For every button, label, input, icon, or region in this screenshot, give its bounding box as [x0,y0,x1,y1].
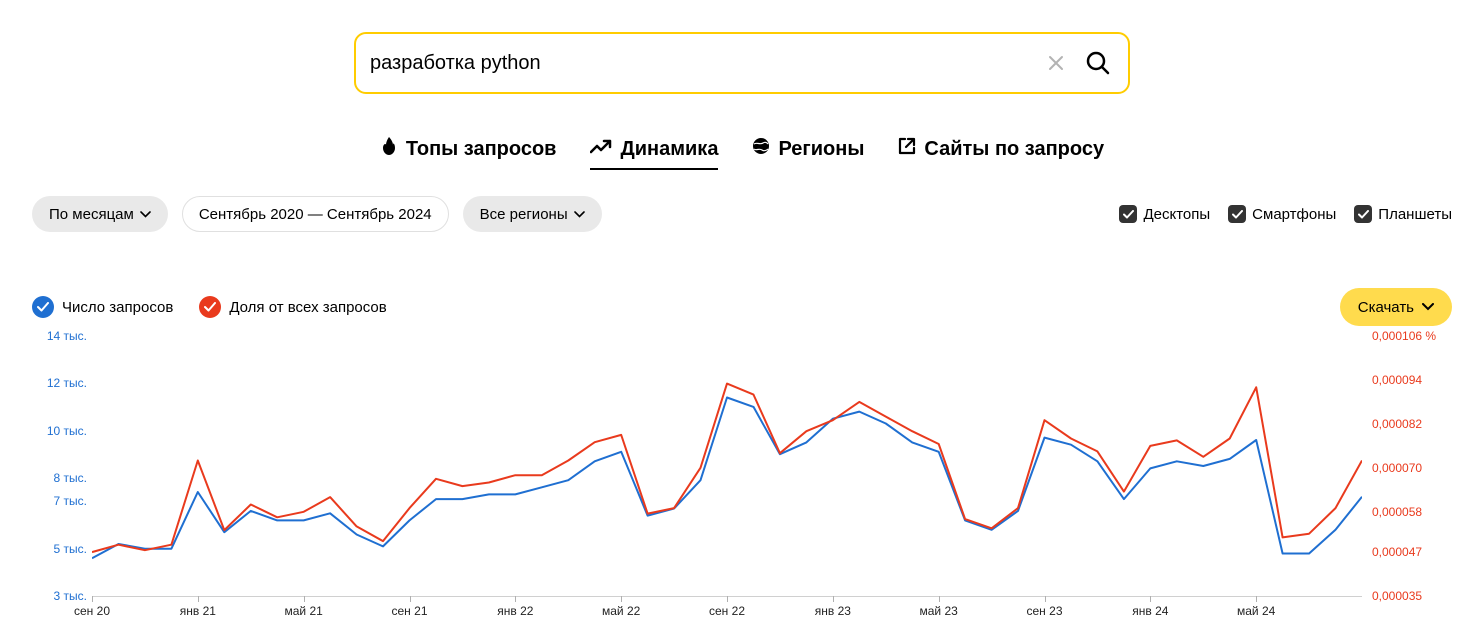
tab-dynamics-label: Динамика [620,138,718,161]
y-right-tick: 0,000094 [1372,373,1452,387]
legend-series-2[interactable]: Доля от всех запросов [199,296,386,318]
check-dot-icon [199,296,221,318]
x-tick-mark [198,596,199,602]
legend-series-2-label: Доля от всех запросов [229,299,386,316]
device-smartphone-label: Смартфоны [1252,206,1336,223]
tabs: Топы запросов Динамика Регионы Сайты по … [0,136,1484,170]
x-tick-label: сен 23 [1027,604,1063,618]
y-right-axis: 0,000106 %0,0000940,0000820,0000700,0000… [1372,336,1452,596]
search-box[interactable] [354,32,1130,94]
checkbox-checked-icon [1354,205,1372,223]
tab-tops[interactable]: Топы запросов [380,136,557,170]
x-tick-mark [92,596,93,602]
y-left-axis: 14 тыс.12 тыс.10 тыс.8 тыс.7 тыс.5 тыс.3… [32,336,87,596]
chevron-down-icon [1422,303,1434,311]
x-tick-mark [621,596,622,602]
download-label: Скачать [1358,299,1414,316]
globe-icon [752,137,770,161]
x-tick-label: янв 23 [815,604,851,618]
x-tick-mark [1150,596,1151,602]
x-axis: сен 20янв 21май 21сен 21янв 22май 22сен … [92,596,1362,636]
legend-series-1-label: Число запросов [62,299,173,316]
x-tick-label: сен 20 [74,604,110,618]
region-label: Все регионы [480,206,568,223]
device-desktop-label: Десктопы [1143,206,1210,223]
y-right-tick: 0,000082 [1372,417,1452,431]
date-range-selector[interactable]: Сентябрь 2020 — Сентябрь 2024 [182,196,449,232]
x-tick-mark [304,596,305,602]
chevron-down-icon [574,211,585,218]
external-link-icon [898,137,916,161]
checkbox-checked-icon [1228,205,1246,223]
chevron-down-icon [140,211,151,218]
x-tick-label: май 23 [920,604,958,618]
legend-series-1[interactable]: Число запросов [32,296,173,318]
x-tick-label: май 21 [285,604,323,618]
x-tick-label: сен 22 [709,604,745,618]
y-right-tick: 0,000106 % [1372,329,1452,343]
y-right-tick: 0,000058 [1372,505,1452,519]
tab-tops-label: Топы запросов [406,138,557,161]
search-input[interactable] [370,52,1044,75]
y-left-tick: 10 тыс. [32,424,87,438]
clear-icon[interactable] [1044,51,1068,75]
x-tick-mark [727,596,728,602]
x-tick-mark [939,596,940,602]
x-tick-label: янв 21 [180,604,216,618]
x-tick-label: май 22 [602,604,640,618]
device-tablet-toggle[interactable]: Планшеты [1354,205,1452,223]
chart-line [92,398,1362,559]
x-tick-mark [515,596,516,602]
download-button[interactable]: Скачать [1340,288,1452,326]
tab-sites[interactable]: Сайты по запросу [898,136,1104,170]
y-right-tick: 0,000047 [1372,545,1452,559]
x-tick-mark [833,596,834,602]
tab-regions-label: Регионы [778,138,864,161]
x-tick-label: янв 22 [497,604,533,618]
x-tick-label: янв 24 [1132,604,1168,618]
tab-dynamics[interactable]: Динамика [590,136,718,170]
tab-regions[interactable]: Регионы [752,136,864,170]
y-left-tick: 3 тыс. [32,589,87,603]
checkbox-checked-icon [1119,205,1137,223]
period-label: По месяцам [49,206,134,223]
y-left-tick: 5 тыс. [32,542,87,556]
y-left-tick: 8 тыс. [32,471,87,485]
x-tick-mark [410,596,411,602]
y-left-tick: 7 тыс. [32,494,87,508]
trend-up-icon [590,138,612,161]
y-left-tick: 14 тыс. [32,329,87,343]
period-selector[interactable]: По месяцам [32,196,168,232]
search-icon[interactable] [1082,47,1114,79]
chart: 14 тыс.12 тыс.10 тыс.8 тыс.7 тыс.5 тыс.3… [0,336,1484,636]
chart-plot[interactable] [92,336,1362,596]
region-selector[interactable]: Все регионы [463,196,602,232]
x-tick-mark [1045,596,1046,602]
date-range-label: Сентябрь 2020 — Сентябрь 2024 [199,206,432,223]
y-right-tick: 0,000035 [1372,589,1452,603]
device-smartphone-toggle[interactable]: Смартфоны [1228,205,1336,223]
chart-line [92,384,1362,552]
device-desktop-toggle[interactable]: Десктопы [1119,205,1210,223]
check-dot-icon [32,296,54,318]
y-right-tick: 0,000070 [1372,461,1452,475]
y-left-tick: 12 тыс. [32,376,87,390]
device-tablet-label: Планшеты [1378,206,1452,223]
fire-icon [380,136,398,162]
x-tick-label: май 24 [1237,604,1275,618]
tab-sites-label: Сайты по запросу [924,138,1104,161]
x-tick-mark [1256,596,1257,602]
x-tick-label: сен 21 [392,604,428,618]
